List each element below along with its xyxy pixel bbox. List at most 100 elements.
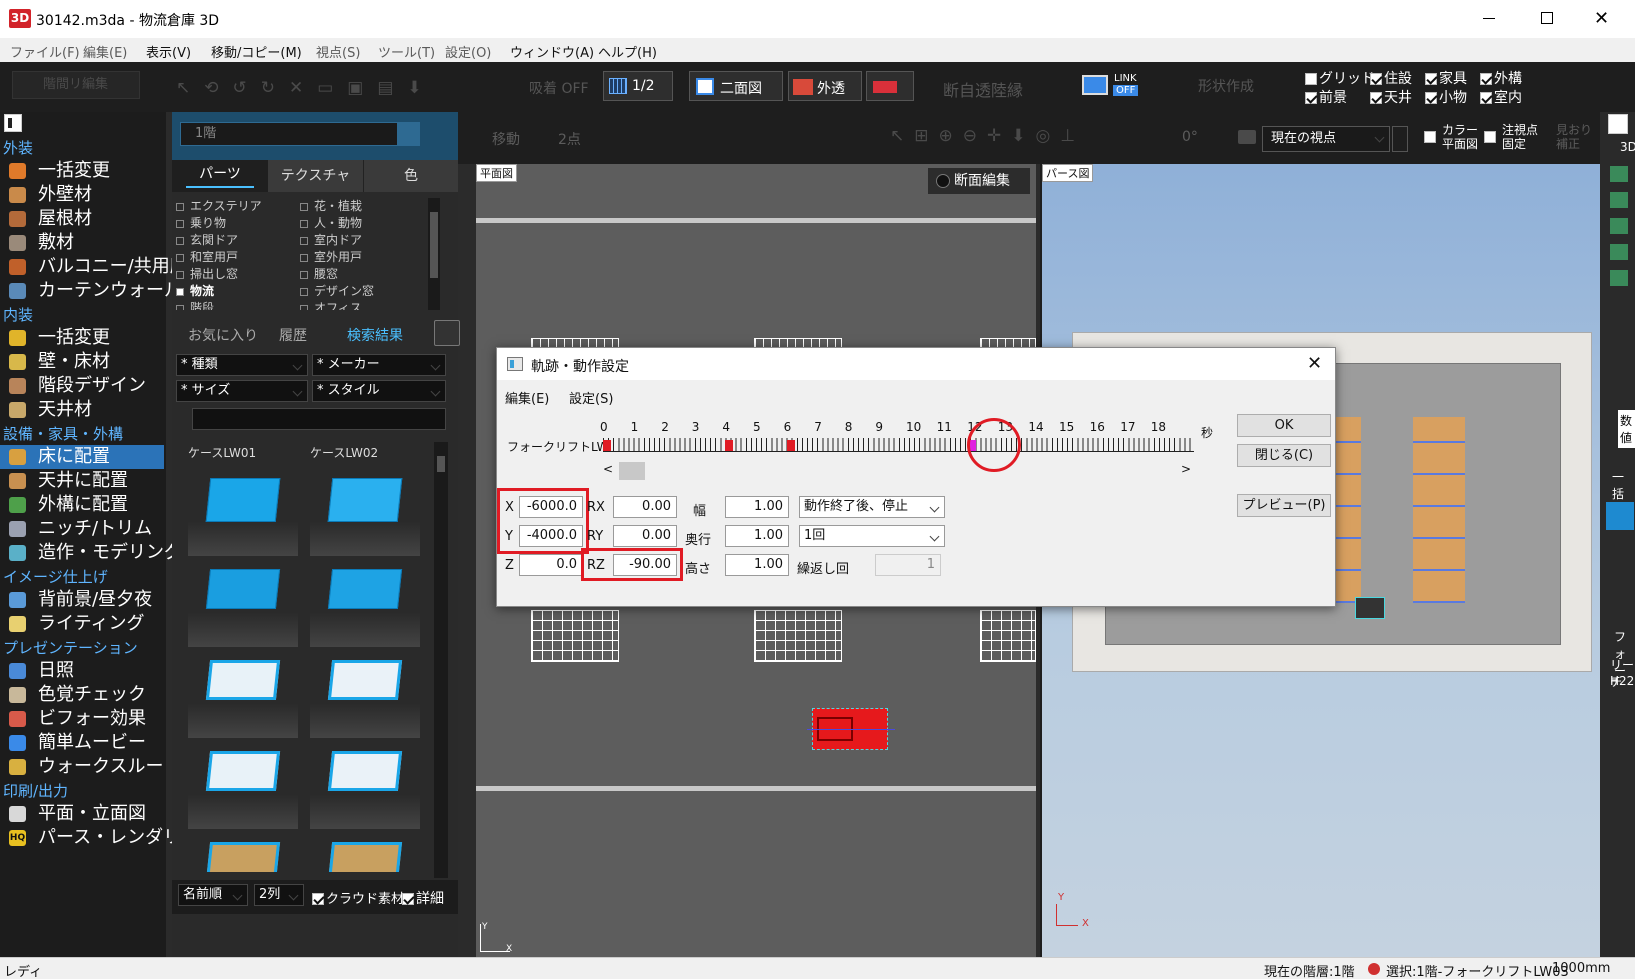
part-thumbnail[interactable] xyxy=(310,743,420,829)
color-plan-checkbox[interactable] xyxy=(1424,131,1436,143)
viewpoint-stepper[interactable] xyxy=(1392,126,1408,152)
search-icon[interactable] xyxy=(434,320,460,346)
category-item[interactable]: エクステリア xyxy=(176,198,296,215)
check-furniture[interactable]: 家具 xyxy=(1425,68,1467,88)
category-checkbox[interactable] xyxy=(176,287,184,296)
collapse-right-icon[interactable] xyxy=(1608,114,1628,134)
height-field[interactable]: 1.00 xyxy=(725,554,789,576)
columns-dropdown[interactable]: 2列 xyxy=(254,884,304,906)
accessories-checkbox[interactable] xyxy=(1425,92,1437,104)
part-thumbnail[interactable] xyxy=(188,652,298,738)
sidebar-item[interactable]: 外構に配置 xyxy=(0,493,164,517)
menu-move-copy[interactable]: 移動/コピー(M) xyxy=(211,42,302,61)
part-thumbnail[interactable] xyxy=(188,561,298,647)
part-thumbnail[interactable] xyxy=(310,834,420,872)
favorites-filter[interactable]: お気に入り xyxy=(188,325,258,345)
numeric-label[interactable]: 数値 xyxy=(1618,410,1635,448)
dialog-close-icon[interactable]: ✕ xyxy=(1307,353,1322,374)
check-interior[interactable]: 室内 xyxy=(1480,87,1522,107)
type-dropdown[interactable]: * 種類 xyxy=(176,354,308,376)
scroll-thumb[interactable] xyxy=(619,462,645,480)
timeline[interactable]: 0 1 2 3 4 5 6 7 8 9 10 11 12 13 14 15 16 17 18 xyxy=(600,420,1197,460)
section-edit-button[interactable]: 断面編集 xyxy=(928,168,1030,194)
part-thumbnail[interactable] xyxy=(310,652,420,738)
sidebar-item[interactable]: 造作・モデリング xyxy=(0,541,182,565)
interior-checkbox[interactable] xyxy=(1480,92,1492,104)
furniture-checkbox[interactable] xyxy=(1425,73,1437,85)
view-3d-label[interactable]: 3D xyxy=(1620,140,1635,154)
sidebar-item[interactable]: 天井に配置 xyxy=(0,469,164,493)
ok-button[interactable]: OK xyxy=(1237,414,1331,437)
category-item[interactable]: 玄関ドア xyxy=(176,232,296,249)
timeline-scrollbar[interactable]: < > xyxy=(603,460,1191,480)
menu-view[interactable]: 表示(V) xyxy=(146,42,191,61)
part-thumbnail[interactable] xyxy=(310,470,420,556)
sidebar-item[interactable]: ウォークスルー xyxy=(0,755,164,779)
menu-help[interactable]: ヘルプ(H) xyxy=(598,42,657,61)
sidebar-item[interactable]: 敷材 xyxy=(0,231,164,255)
ry-field[interactable]: 0.00 xyxy=(613,525,677,547)
sidebar-item[interactable]: バルコニー/共用廊下 xyxy=(0,255,206,279)
history-filter[interactable]: 履歴 xyxy=(279,325,307,345)
snap-off-label[interactable]: 吸着 OFF xyxy=(529,78,589,98)
ceiling-checkbox[interactable] xyxy=(1370,92,1382,104)
key-frame-marker[interactable] xyxy=(786,440,795,451)
scroll-left-icon[interactable]: < xyxy=(603,462,613,476)
sidebar-item[interactable]: カーテンウォール xyxy=(0,279,182,303)
category-item[interactable]: 人・動物 xyxy=(300,215,420,232)
dialog-menu-settings[interactable]: 設定(S) xyxy=(569,388,613,407)
menu-edit[interactable]: 編集(E) xyxy=(83,42,127,61)
category-scrollbar[interactable] xyxy=(428,198,440,310)
category-item[interactable]: 和室用戸 xyxy=(176,249,296,266)
check-grid[interactable]: グリッド xyxy=(1305,68,1375,88)
cloud-checkbox[interactable] xyxy=(312,893,324,905)
part-thumbnail[interactable] xyxy=(188,470,298,556)
category-checkbox[interactable] xyxy=(300,202,308,211)
foreground-checkbox[interactable] xyxy=(1305,92,1317,104)
menu-file[interactable]: ファイル(F) xyxy=(10,42,80,61)
floor-select[interactable]: 1階 xyxy=(180,122,420,146)
category-checkbox[interactable] xyxy=(176,304,184,310)
width-field[interactable]: 1.00 xyxy=(725,496,789,518)
key-frame-marker[interactable] xyxy=(725,440,734,451)
collapse-sidebar-icon[interactable] xyxy=(4,114,22,132)
category-item[interactable]: 乗り物 xyxy=(176,215,296,232)
two-points-label[interactable]: 2点 xyxy=(558,129,581,149)
category-item[interactable]: 掃出し窓 xyxy=(176,266,296,283)
category-item[interactable]: 室内ドア xyxy=(300,232,420,249)
close-icon[interactable]: ✕ xyxy=(1594,8,1609,29)
apply-all-label[interactable]: 一括 xyxy=(1612,468,1635,502)
tab-color[interactable]: 色 xyxy=(363,160,458,192)
selected-forklift[interactable] xyxy=(807,708,895,750)
angle-label[interactable]: 0° xyxy=(1182,129,1198,145)
preview-button[interactable]: プレビュー(P) xyxy=(1237,494,1331,517)
category-item[interactable]: デザイン窓 xyxy=(300,283,420,300)
sidebar-item[interactable]: 一括変更 xyxy=(0,326,164,350)
part-label[interactable]: ケースLW01 xyxy=(188,444,256,461)
category-item[interactable]: 室外用戸 xyxy=(300,249,420,266)
category-checkbox[interactable] xyxy=(300,219,308,228)
tab-parts[interactable]: パーツ xyxy=(172,160,268,192)
check-exterior[interactable]: 外構 xyxy=(1480,68,1522,88)
sidebar-item[interactable]: 日照 xyxy=(0,659,164,683)
sidebar-item[interactable]: 壁・床材 xyxy=(0,350,164,374)
sidebar-item[interactable]: 色覚チェック xyxy=(0,683,164,707)
check-foreground[interactable]: 前景 xyxy=(1305,87,1347,107)
link-toggle[interactable]: LINK OFF xyxy=(1080,71,1146,101)
size-dropdown[interactable]: * サイズ xyxy=(176,380,308,402)
z-field[interactable]: 0.0 xyxy=(519,554,583,576)
sidebar-item[interactable]: 屋根材 xyxy=(0,207,164,231)
minimize-icon[interactable] xyxy=(1483,18,1495,19)
tab-texture[interactable]: テクスチャ xyxy=(268,160,363,192)
menu-viewpoint[interactable]: 視点(S) xyxy=(316,42,360,61)
check-housing[interactable]: 住設 xyxy=(1370,68,1412,88)
category-checkbox[interactable] xyxy=(300,236,308,245)
detail-checkbox[interactable] xyxy=(402,893,414,905)
maker-dropdown[interactable]: * メーカー xyxy=(312,354,446,376)
category-checkbox[interactable] xyxy=(176,236,184,245)
grid-scale-button[interactable]: 1/2 xyxy=(603,71,673,101)
keyword-input[interactable] xyxy=(192,408,446,430)
check-ceiling[interactable]: 天井 xyxy=(1370,87,1412,107)
category-checkbox[interactable] xyxy=(300,253,308,262)
key-frame-marker[interactable] xyxy=(603,440,611,451)
